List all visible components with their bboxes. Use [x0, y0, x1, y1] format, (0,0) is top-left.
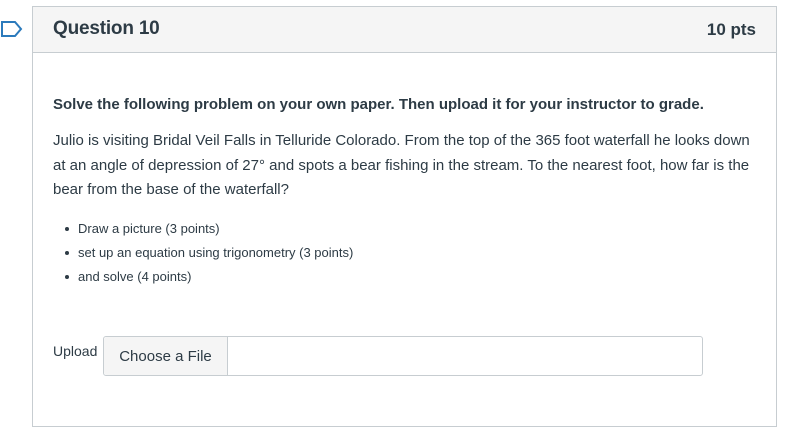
- list-item: Draw a picture (3 points): [65, 217, 756, 241]
- bullet-icon: [65, 250, 69, 255]
- question-header: Question 10 10 pts: [33, 7, 776, 53]
- choose-file-button[interactable]: Choose a File: [104, 337, 228, 375]
- question-points: 10 pts: [706, 20, 756, 39]
- step-text: Draw a picture (3 points): [78, 220, 220, 236]
- flag-question-icon[interactable]: [0, 18, 24, 40]
- question-title: Question 10: [53, 18, 160, 39]
- bullet-icon: [65, 274, 69, 279]
- bullet-icon: [65, 226, 69, 231]
- question-card: Question 10 10 pts Solve the following p…: [32, 6, 777, 427]
- file-upload-field[interactable]: Choose a File: [103, 336, 703, 376]
- step-text: set up an equation using trigonometry (3…: [78, 244, 354, 260]
- question-body: Solve the following problem on your own …: [53, 95, 756, 289]
- list-item: set up an equation using trigonometry (3…: [65, 241, 756, 265]
- upload-label: Upload: [53, 343, 98, 359]
- step-text: and solve (4 points): [78, 268, 192, 284]
- upload-row: Upload Choose a File: [53, 336, 703, 376]
- question-problem-text: Julio is visiting Bridal Veil Falls in T…: [53, 132, 750, 198]
- list-item: and solve (4 points): [65, 265, 756, 289]
- step-list: Draw a picture (3 points) set up an equa…: [53, 217, 756, 289]
- question-instruction: Solve the following problem on your own …: [53, 96, 704, 113]
